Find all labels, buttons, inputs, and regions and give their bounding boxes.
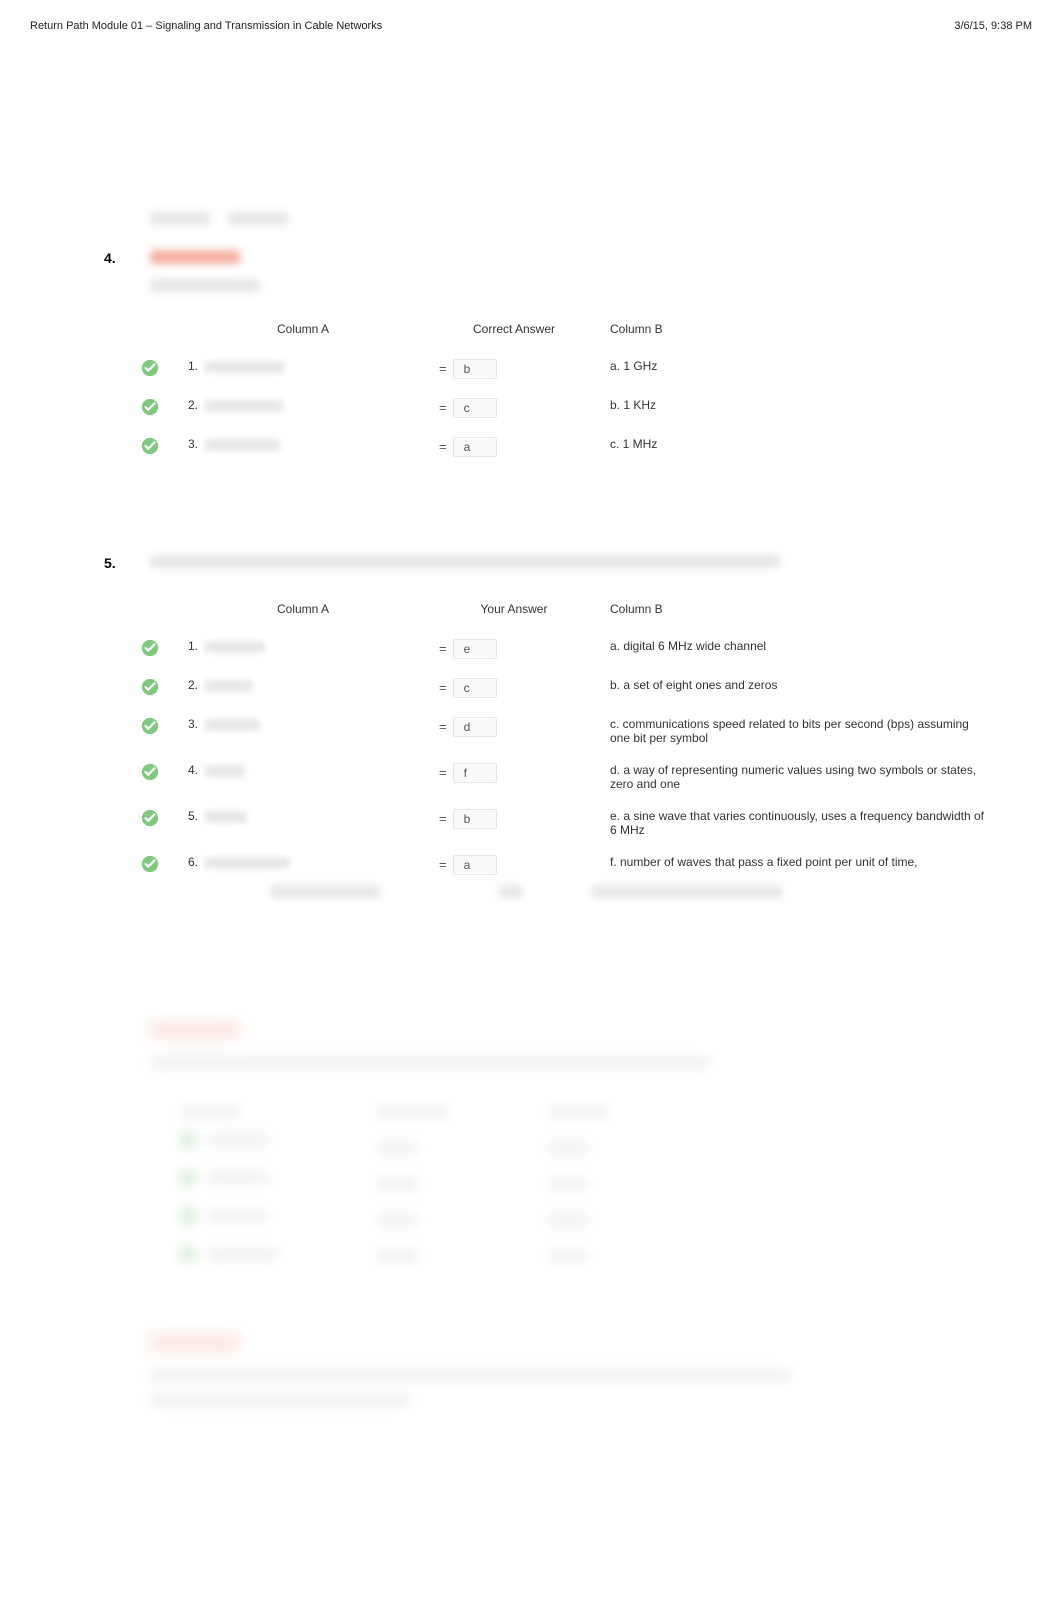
page: Return Path Module 01 – Signaling and Tr…: [0, 0, 1062, 1621]
col-b-text: a. 1 GHz: [609, 358, 1010, 381]
answer-value: f: [453, 763, 497, 783]
question-4: 4. Column A Correct Answer Column B: [110, 250, 1062, 475]
col-b-text: e. a sine wave that varies continuously,…: [609, 808, 1010, 838]
q5-prompt-blurred: [150, 555, 1062, 573]
row-number: 1.: [188, 359, 198, 373]
q5-table: Column A Your Answer Column B 1. x =e a.…: [140, 585, 1010, 893]
row-number: 3.: [188, 437, 198, 451]
content: 4. Column A Correct Answer Column B: [0, 32, 1062, 1407]
answer-value: c: [453, 398, 497, 418]
q4-table: Column A Correct Answer Column B 1. x =b…: [140, 305, 1010, 475]
check-icon: [141, 359, 159, 377]
table-row: 5. x =b e. a sine wave that varies conti…: [140, 808, 1010, 838]
table-row: 1. x =b a. 1 GHz: [140, 358, 1010, 381]
check-icon: [141, 678, 159, 696]
table-header-row: Column A Your Answer Column B: [140, 601, 1010, 622]
col-b-text: a. digital 6 MHz wide channel: [609, 638, 1010, 661]
col-b-header: Column B: [609, 321, 1010, 342]
col-a-header: Column A: [187, 321, 438, 342]
col-b-text: b. a set of eight ones and zeros: [609, 677, 1010, 700]
row-number: 1.: [188, 639, 198, 653]
table-row: 3. x =a c. 1 MHz: [140, 436, 1010, 459]
table-row: 2. x =c b. 1 KHz: [140, 397, 1010, 420]
col-b-text: c. 1 MHz: [609, 436, 1010, 459]
blurred-preamble: [150, 212, 1062, 230]
row-number: 4.: [188, 763, 198, 777]
blurred-lower-section: [150, 1023, 1062, 1407]
col-b-text: f. number of waves that pass a fixed poi…: [609, 854, 1010, 877]
row-number: 2.: [188, 678, 198, 692]
table-row: 1. x =e a. digital 6 MHz wide channel: [140, 638, 1010, 661]
check-icon: [141, 398, 159, 416]
check-icon: [141, 763, 159, 781]
header-timestamp: 3/6/15, 9:38 PM: [954, 20, 1032, 32]
check-icon: [141, 809, 159, 827]
answer-value: a: [453, 855, 497, 875]
answer-value: d: [453, 717, 497, 737]
check-icon: [141, 639, 159, 657]
col-b-text: c. communications speed related to bits …: [609, 716, 1010, 746]
row-number: 5.: [188, 809, 198, 823]
header-title: Return Path Module 01 – Signaling and Tr…: [30, 20, 382, 32]
answer-value: b: [453, 809, 497, 829]
blurred-trailing-row: [140, 885, 1062, 903]
answer-value: e: [453, 639, 497, 659]
answer-header: Your Answer: [438, 601, 609, 622]
answer-value: c: [453, 678, 497, 698]
answer-value: b: [453, 359, 497, 379]
col-b-text: d. a way of representing numeric values …: [609, 762, 1010, 792]
row-number: 3.: [188, 717, 198, 731]
question-5: 5. Column A Your Answer Column B 1. x =e…: [110, 555, 1062, 903]
check-icon: [141, 717, 159, 735]
col-a-header: Column A: [187, 601, 438, 622]
row-number: 2.: [188, 398, 198, 412]
table-header-row: Column A Correct Answer Column B: [140, 321, 1010, 342]
question-number: 5.: [104, 555, 116, 571]
check-icon: [141, 437, 159, 455]
check-icon: [141, 855, 159, 873]
col-b-text: b. 1 KHz: [609, 397, 1010, 420]
table-row: 3. x =d c. communications speed related …: [140, 716, 1010, 746]
table-row: 4. x =f d. a way of representing numeric…: [140, 762, 1010, 792]
table-row: 6. x =a f. number of waves that pass a f…: [140, 854, 1010, 877]
page-header: Return Path Module 01 – Signaling and Tr…: [0, 0, 1062, 32]
question-number: 4.: [104, 250, 116, 266]
answer-value: a: [453, 437, 497, 457]
col-b-header: Column B: [609, 601, 1010, 622]
row-number: 6.: [188, 855, 198, 869]
table-row: 2. x =c b. a set of eight ones and zeros: [140, 677, 1010, 700]
answer-header: Correct Answer: [438, 321, 609, 342]
